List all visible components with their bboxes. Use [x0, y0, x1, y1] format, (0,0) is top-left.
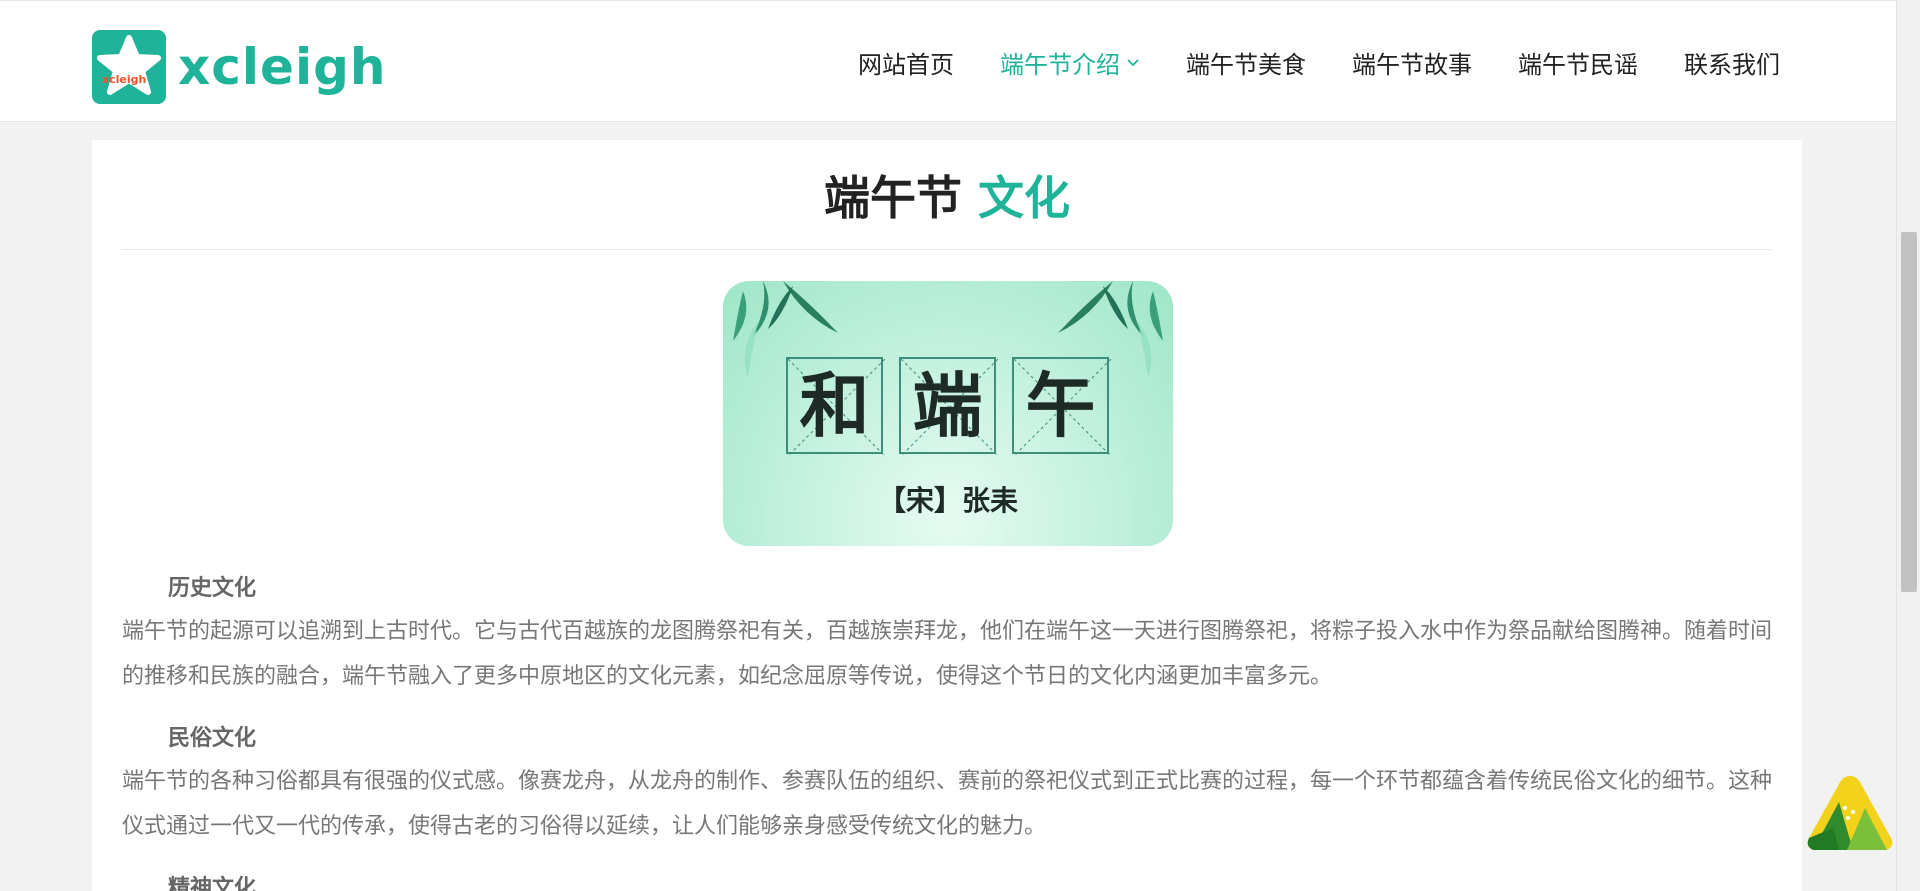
- logo-badge-text: xcleigh: [102, 73, 147, 86]
- nav-item-home[interactable]: 网站首页: [858, 45, 954, 80]
- poem-author: 【宋】张耒: [877, 484, 1018, 517]
- site-header: xcleigh xcleigh 网站首页 端午节介绍 端午节美食 端午节故事 端…: [0, 0, 1896, 122]
- nav-item-food[interactable]: 端午节美食: [1186, 45, 1306, 80]
- nav-item-contact[interactable]: 联系我们: [1684, 45, 1780, 80]
- nav-label: 联系我们: [1684, 50, 1780, 79]
- nav-label: 网站首页: [858, 50, 954, 79]
- content-card: 端午节 文化 和 端 午 【宋】张耒 历史文化 端午节的起源可以追溯到上古时代。…: [92, 140, 1802, 891]
- section-heading-history: 历史文化: [168, 576, 257, 601]
- nav-item-stories[interactable]: 端午节故事: [1352, 45, 1472, 80]
- char-box: 端: [899, 357, 998, 456]
- section-heading-spirit: 精神文化: [168, 876, 257, 891]
- section-heading-folk: 民俗文化: [168, 726, 257, 751]
- site-logo[interactable]: xcleigh xcleigh: [92, 30, 386, 104]
- title-main: 端午节: [823, 171, 962, 225]
- nav-item-intro[interactable]: 端午节介绍: [1000, 45, 1140, 80]
- title-divider: [122, 249, 1772, 250]
- main-nav: 网站首页 端午节介绍 端午节美食 端午节故事 端午节民谣 联系我们: [858, 1, 1780, 123]
- nav-label: 端午节民谣: [1518, 50, 1638, 79]
- title-accent: 文化: [978, 171, 1070, 225]
- page-scrollbar[interactable]: [1896, 0, 1920, 891]
- poem-char: 和: [799, 363, 870, 447]
- zongzi-icon[interactable]: [1803, 772, 1897, 858]
- poem-char: 午: [1025, 363, 1096, 447]
- section-text-history: 端午节的起源可以追溯到上古时代。它与古代百越族的龙图腾祭祀有关，百越族崇拜龙，他…: [122, 619, 1773, 689]
- nav-item-ballads[interactable]: 端午节民谣: [1518, 45, 1638, 80]
- logo-text: xcleigh: [178, 38, 387, 96]
- section-text-folk: 端午节的各种习俗都具有很强的仪式感。像赛龙舟，从龙舟的制作、参赛队伍的组织、赛前…: [122, 769, 1773, 839]
- poem-char: 端: [912, 363, 983, 447]
- poem-title-chars: 和 端 午: [786, 357, 1111, 456]
- chevron-down-icon: [1127, 59, 1139, 67]
- nav-label: 端午节美食: [1186, 50, 1306, 79]
- poem-poster-image: 和 端 午 【宋】张耒: [723, 281, 1173, 546]
- char-box: 和: [786, 357, 885, 456]
- nav-label: 端午节故事: [1352, 50, 1472, 79]
- nav-label: 端午节介绍: [1000, 50, 1120, 79]
- char-box: 午: [1012, 357, 1111, 456]
- page-title: 端午节 文化: [92, 170, 1802, 226]
- star-logo-icon: xcleigh: [92, 30, 166, 104]
- scrollbar-thumb[interactable]: [1901, 232, 1917, 592]
